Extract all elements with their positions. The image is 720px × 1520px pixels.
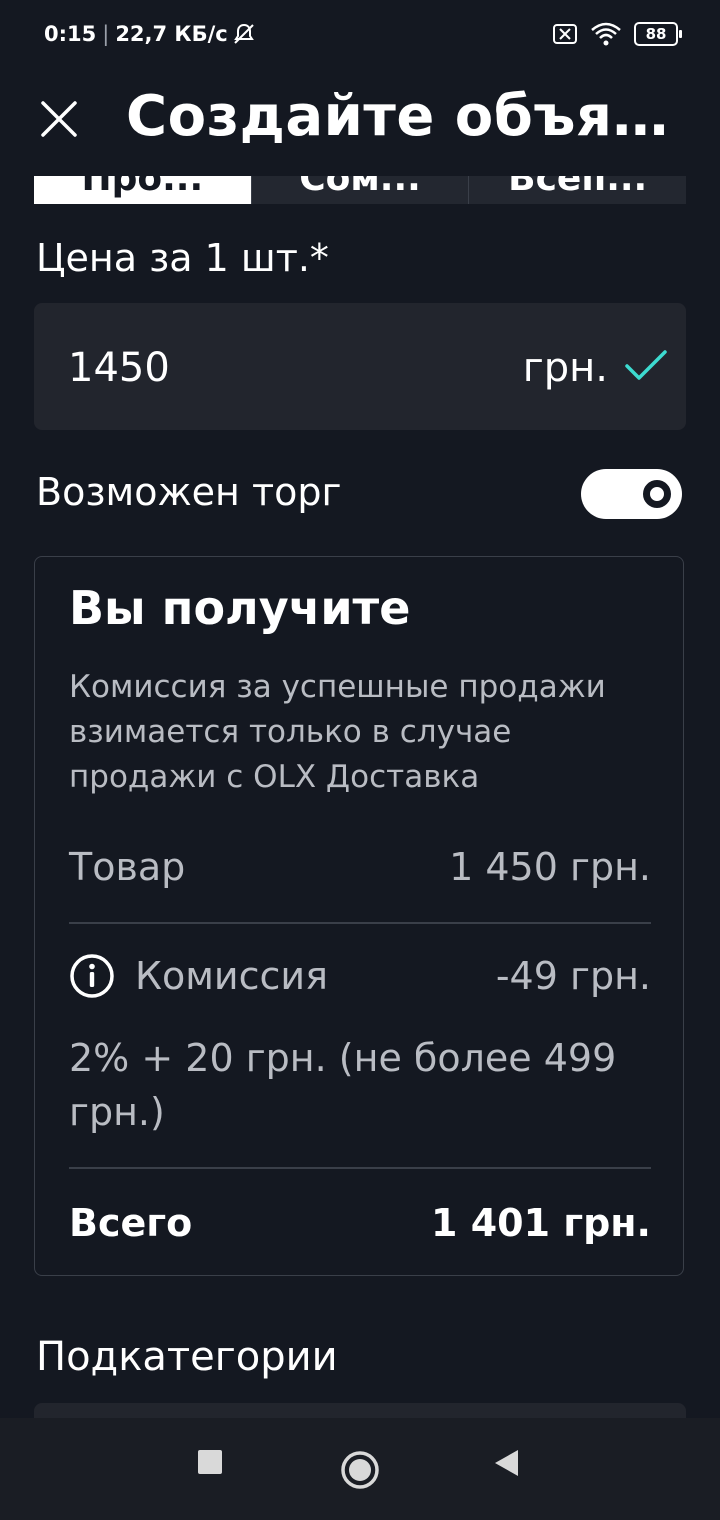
commission-value: -49 грн. bbox=[495, 954, 651, 998]
status-network-speed: 22,7 КБ/с bbox=[115, 22, 228, 46]
price-label: Цена за 1 шт.* bbox=[36, 236, 329, 280]
status-time: 0:15 bbox=[44, 22, 97, 46]
wifi-icon bbox=[590, 22, 622, 46]
screen: 0:15 | 22,7 КБ/с 88 Создайте объявл Про.… bbox=[0, 0, 720, 1520]
total-label: Всего bbox=[69, 1201, 193, 1245]
close-icon bbox=[41, 101, 77, 137]
price-input[interactable]: 1450 грн. bbox=[34, 303, 686, 430]
bargain-toggle[interactable] bbox=[581, 469, 682, 519]
segment-3-label: Всеп... bbox=[508, 176, 648, 199]
goods-value: 1 450 грн. bbox=[449, 845, 651, 889]
subcategories-label: Подкатегории bbox=[36, 1334, 338, 1380]
close-button[interactable] bbox=[34, 94, 84, 144]
status-right: 88 bbox=[552, 22, 682, 46]
mute-alarm-icon bbox=[232, 22, 256, 46]
segment-2[interactable]: Сом... bbox=[250, 176, 469, 204]
commission-left: Комиссия bbox=[69, 953, 328, 999]
home-button[interactable] bbox=[340, 1450, 380, 1490]
circle-icon bbox=[341, 1451, 379, 1489]
page-title: Создайте объявление bbox=[126, 84, 686, 149]
segment-3[interactable]: Всеп... bbox=[468, 176, 686, 204]
receive-card: Вы получите Комиссия за успешные продажи… bbox=[34, 556, 684, 1276]
status-left: 0:15 | 22,7 КБ/с bbox=[44, 22, 256, 46]
sim-off-icon bbox=[552, 23, 578, 45]
battery-icon: 88 bbox=[634, 22, 682, 46]
square-icon bbox=[198, 1450, 222, 1474]
back-button[interactable] bbox=[492, 1448, 520, 1478]
navigation-bar bbox=[0, 1418, 720, 1520]
battery-level: 88 bbox=[634, 22, 678, 46]
goods-label: Товар bbox=[69, 845, 186, 889]
check-icon bbox=[625, 350, 667, 380]
total-row: Всего 1 401 грн. bbox=[69, 1201, 651, 1245]
recents-button[interactable] bbox=[196, 1448, 224, 1476]
info-icon[interactable] bbox=[69, 953, 115, 999]
price-currency: грн. bbox=[522, 345, 608, 391]
commission-row: Комиссия -49 грн. bbox=[69, 953, 651, 999]
goods-row: Товар 1 450 грн. bbox=[69, 845, 651, 889]
status-separator: | bbox=[102, 22, 110, 46]
price-value: 1450 bbox=[68, 345, 170, 391]
bargain-label: Возможен торг bbox=[36, 470, 342, 514]
triangle-back-icon bbox=[495, 1450, 518, 1476]
segment-1-label: Про... bbox=[81, 176, 204, 199]
segment-1[interactable]: Про... bbox=[34, 176, 251, 204]
total-value: 1 401 грн. bbox=[431, 1201, 651, 1245]
segment-2-label: Сом... bbox=[299, 176, 421, 199]
segmented-control: Про... Сом... Всеп... bbox=[34, 176, 686, 204]
status-bar: 0:15 | 22,7 КБ/с 88 bbox=[0, 0, 720, 72]
card-description: Комиссия за успешные продажи взимается т… bbox=[69, 669, 606, 795]
commission-formula: 2% + 20 грн. (не более 499 грн.) bbox=[69, 1036, 617, 1134]
toggle-knob bbox=[643, 480, 671, 508]
card-title: Вы получите bbox=[69, 581, 411, 635]
commission-label: Комиссия bbox=[135, 954, 328, 998]
divider bbox=[69, 1167, 651, 1169]
divider bbox=[69, 922, 651, 924]
